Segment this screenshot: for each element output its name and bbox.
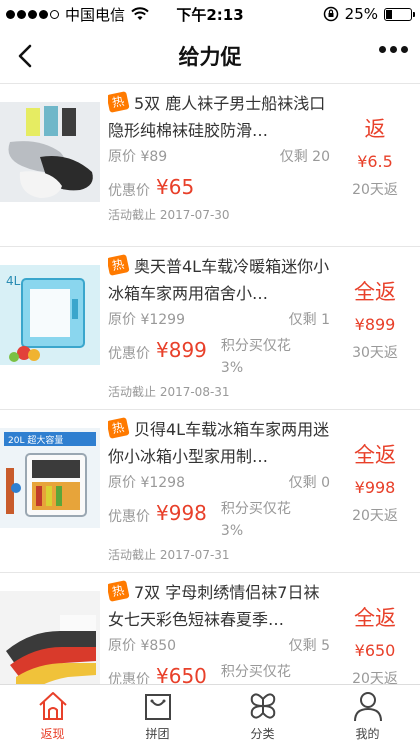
- deal-price-label: 优惠价: [108, 672, 150, 684]
- tab-group-buy[interactable]: 拼团: [105, 685, 210, 746]
- product-info: 热奥天普4L车载冷暖箱迷你小冰箱车家两用宿舍小… 原价 ¥1299 仅剩 1 优…: [108, 253, 330, 400]
- rebate-amount: ¥998: [354, 478, 396, 497]
- battery-icon: [384, 7, 415, 21]
- rebate-amount: ¥650: [354, 641, 396, 660]
- original-price: 原价 ¥1298: [108, 475, 185, 491]
- deal-deadline: 活动截止 2017-07-30: [108, 208, 230, 222]
- rebate-panel: 全返 ¥998 20天返: [330, 440, 420, 525]
- price-stock-row: 原价 ¥1298 仅剩 0: [108, 472, 330, 492]
- rebate-days: 20天返: [352, 508, 398, 524]
- price-stock-row: 原价 ¥89 仅剩 20: [108, 146, 330, 166]
- deal-price-row: 优惠价 ¥65: [108, 172, 330, 202]
- product-thumbnail-embroidered-socks: [0, 591, 100, 684]
- stock-remaining: 仅剩 0: [288, 475, 330, 491]
- stock-remaining: 仅剩 1: [288, 312, 330, 328]
- product-list: 热 5双 鹿人袜子男士船袜浅口隐形纯棉袜硅胶防滑… 原价 ¥89 仅剩 20 优惠…: [0, 84, 420, 684]
- status-bar: 中国电信 下午2:13 25%: [0, 0, 420, 28]
- rebate-panel: 全返 ¥899 30天返: [330, 277, 420, 362]
- product-item[interactable]: 热 7双 字母刺绣情侣袜7日袜女七天彩色短袜春夏季… 原价 ¥850 仅剩 5 优…: [0, 573, 420, 684]
- tab-label: 拼团: [145, 727, 170, 741]
- deal-price-row: 优惠价 ¥899 积分买仅花3%: [108, 335, 330, 379]
- deal-price-row: 优惠价 ¥650 积分买仅花3%: [108, 661, 330, 684]
- house-icon: [38, 692, 67, 720]
- price-stock-row: 原价 ¥1299 仅剩 1: [108, 309, 330, 329]
- rebate-days: 30天返: [352, 345, 398, 361]
- points-note: 积分买仅花3%: [220, 664, 291, 680]
- svg-text:4L: 4L: [6, 274, 21, 288]
- points-note: 积分买仅花3%: [220, 501, 291, 539]
- status-right: 25%: [323, 5, 415, 23]
- deal-deadline: 活动截止 2017-07-31: [108, 548, 230, 562]
- product-title: 热 5双 鹿人袜子男士船袜浅口隐形纯棉袜硅胶防滑…: [108, 90, 330, 144]
- rebate-type: 全返: [354, 280, 396, 304]
- thumbnail-caption: 20L 超大容量: [8, 434, 63, 446]
- product-item[interactable]: 4L 热奥天普4L车载冷暖箱迷你小冰箱车家两用宿舍小… 原价 ¥1299 仅剩 …: [0, 247, 420, 410]
- hot-badge: 热: [108, 417, 130, 439]
- rebate-panel: 全返 ¥650 20天返: [330, 603, 420, 684]
- product-title: 热贝得4L车载冰箱车家两用迷你小冰箱小型家用制…: [108, 416, 330, 470]
- deal-price-label: 优惠价: [108, 183, 150, 199]
- tab-label: 分类: [250, 727, 275, 741]
- rebate-panel: 返 ¥6.5 20天返: [330, 114, 420, 199]
- deal-price-label: 优惠价: [108, 346, 150, 362]
- nav-bar: 给力促: [0, 28, 420, 84]
- product-info: 热贝得4L车载冰箱车家两用迷你小冰箱小型家用制… 原价 ¥1298 仅剩 0 优…: [108, 416, 330, 563]
- original-price: 原价 ¥850: [108, 638, 177, 654]
- hot-badge: 热: [108, 254, 130, 276]
- deal-price-row: 优惠价 ¥998 积分买仅花3%: [108, 498, 330, 542]
- hot-badge: 热: [108, 580, 130, 602]
- points-note: 积分买仅花3%: [220, 338, 291, 376]
- product-info: 热 5双 鹿人袜子男士船袜浅口隐形纯棉袜硅胶防滑… 原价 ¥89 仅剩 20 优惠…: [108, 90, 330, 223]
- product-thumbnail-car-fridge: 20L 超大容量: [0, 428, 100, 528]
- shopping-bag-icon: [144, 694, 171, 720]
- original-price: 原价 ¥1299: [108, 312, 185, 328]
- stock-remaining: 仅剩 5: [288, 638, 330, 654]
- tab-category[interactable]: 分类: [210, 685, 315, 746]
- product-item[interactable]: 20L 超大容量 热贝得4L车载冰箱车家两用迷你小冰箱小型家用制… 原价 ¥12…: [0, 410, 420, 573]
- product-item[interactable]: 热 5双 鹿人袜子男士船袜浅口隐形纯棉袜硅胶防滑… 原价 ¥89 仅剩 20 优惠…: [0, 84, 420, 247]
- product-title: 热奥天普4L车载冷暖箱迷你小冰箱车家两用宿舍小…: [108, 253, 330, 307]
- back-icon[interactable]: [10, 40, 40, 72]
- rebate-type: 全返: [354, 443, 396, 467]
- page-title: 给力促: [178, 44, 242, 69]
- rebate-days: 20天返: [352, 182, 398, 198]
- product-thumbnail-mini-fridge: 4L: [0, 265, 100, 365]
- product-thumbnail-socks: [0, 102, 100, 202]
- rebate-type: 全返: [354, 606, 396, 630]
- tab-label: 返现: [40, 727, 65, 741]
- product-info: 热 7双 字母刺绣情侣袜7日袜女七天彩色短袜春夏季… 原价 ¥850 仅剩 5 优…: [108, 579, 330, 684]
- category-icon: [250, 693, 275, 719]
- person-icon: [353, 692, 382, 722]
- deal-deadline: 活动截止 2017-08-31: [108, 385, 230, 399]
- stock-remaining: 仅剩 20: [279, 149, 330, 165]
- rebate-days: 20天返: [352, 671, 398, 684]
- deal-price: ¥899: [156, 338, 207, 362]
- battery-percent: 25%: [344, 5, 378, 23]
- more-icon[interactable]: [379, 46, 408, 53]
- rotation-lock-icon: [323, 6, 338, 22]
- deal-price: ¥65: [156, 175, 195, 199]
- tab-cashback[interactable]: 返现: [0, 685, 105, 746]
- tab-label: 我的: [355, 727, 380, 741]
- rebate-type: 返: [364, 117, 386, 141]
- tab-bar: 返现 拼团 分类 我的: [0, 684, 420, 746]
- original-price: 原价 ¥89: [108, 149, 168, 165]
- deal-price: ¥650: [156, 664, 207, 684]
- price-stock-row: 原价 ¥850 仅剩 5: [108, 635, 330, 655]
- tab-profile[interactable]: 我的: [315, 685, 420, 746]
- deal-price: ¥998: [156, 501, 207, 525]
- rebate-amount: ¥899: [354, 315, 396, 334]
- product-title: 热 7双 字母刺绣情侣袜7日袜女七天彩色短袜春夏季…: [108, 579, 330, 633]
- deal-price-label: 优惠价: [108, 509, 150, 525]
- rebate-amount: ¥6.5: [357, 152, 393, 171]
- hot-badge: 热: [108, 91, 130, 113]
